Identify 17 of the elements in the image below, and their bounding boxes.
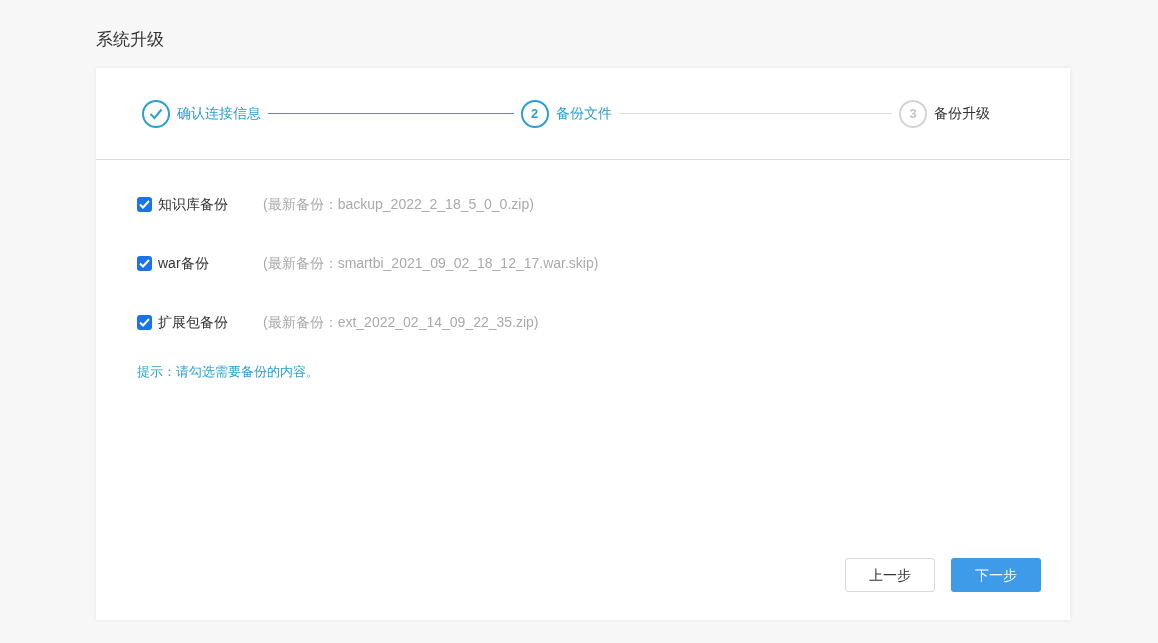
step-number: 2 xyxy=(520,99,549,128)
option-label: 扩展包备份 xyxy=(158,312,229,332)
step-label: 备份升级 xyxy=(934,104,990,123)
checkbox[interactable] xyxy=(137,255,152,271)
option-label: 知识库备份 xyxy=(158,194,229,214)
latest-backup-text: (最新备份：ext_2022_02_14_09_22_35.zip) xyxy=(263,312,539,332)
back-button[interactable]: 上一步 xyxy=(845,558,935,592)
step-number: 3 xyxy=(899,99,927,128)
page-title: 系统升级 xyxy=(96,29,164,51)
latest-backup-text: (最新备份：smartbi_2021_09_02_18_12_17.war.skip) xyxy=(263,253,599,273)
hint-text: 提示：请勾选需要备份的内容。 xyxy=(137,363,319,381)
checkbox[interactable] xyxy=(137,196,152,212)
latest-backup-text: (最新备份：backup_2022_2_18_5_0_0.zip) xyxy=(263,194,534,214)
step-label: 备份文件 xyxy=(555,104,612,123)
option-label: war备份 xyxy=(158,253,210,273)
checkbox[interactable] xyxy=(137,314,152,330)
step-label: 确认连接信息 xyxy=(177,104,261,123)
